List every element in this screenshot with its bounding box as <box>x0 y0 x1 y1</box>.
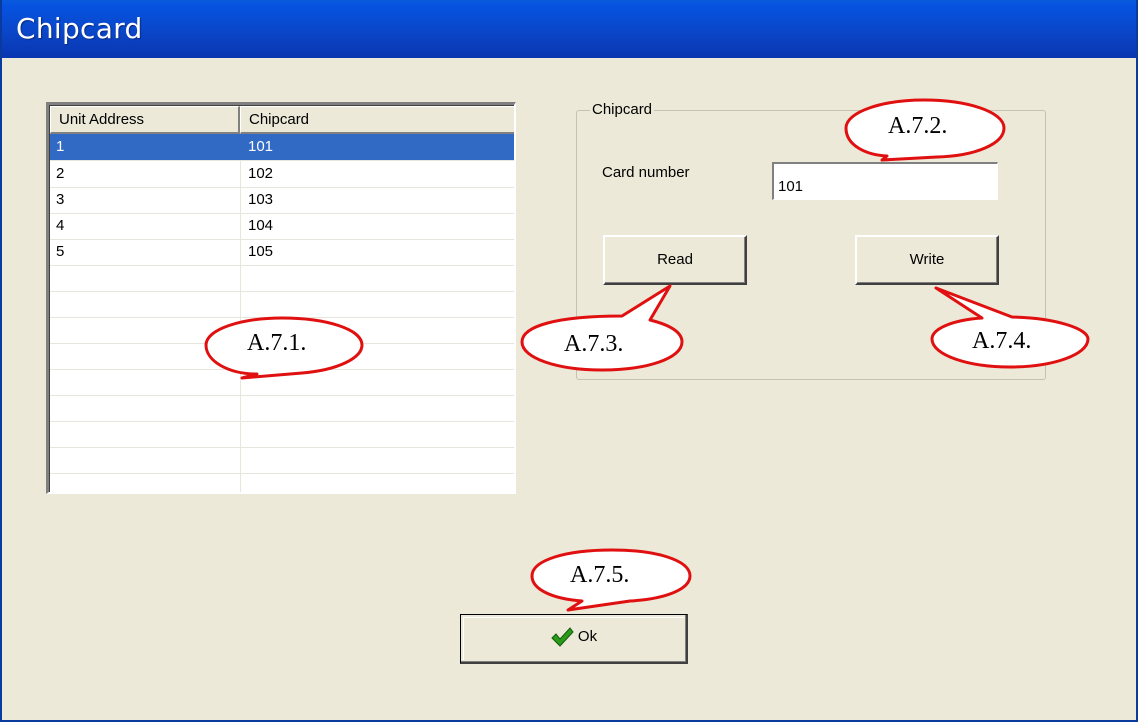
cell-chipcard: 102 <box>248 165 274 182</box>
card-number-field[interactable] <box>772 162 998 200</box>
empty-row <box>50 343 514 370</box>
table-row[interactable]: 1 101 <box>50 134 514 161</box>
read-button[interactable]: Read <box>603 235 747 285</box>
cell-chipcard: 101 <box>248 138 274 155</box>
empty-row <box>50 291 514 318</box>
write-button[interactable]: Write <box>855 235 999 285</box>
card-number-label: Card number <box>602 164 690 181</box>
groupbox-label: Chipcard <box>590 101 655 118</box>
table-row[interactable]: 4 104 <box>50 213 514 240</box>
cell-chipcard: 103 <box>248 191 274 208</box>
chipcard-dialog: Chipcard Unit Address Chipcard 1 101 2 1… <box>0 0 1138 722</box>
callout-a-7-5: A.7.5. <box>570 562 630 588</box>
ok-label: Ok <box>577 628 598 645</box>
cell-unit-address: 5 <box>56 243 65 260</box>
title-bar[interactable]: Chipcard <box>2 0 1136 58</box>
window-title: Chipcard <box>16 12 143 45</box>
empty-row <box>50 369 514 396</box>
empty-row <box>50 447 514 474</box>
table-row[interactable]: 2 102 <box>50 161 514 188</box>
empty-row <box>50 473 514 492</box>
column-header-unit-address[interactable]: Unit Address <box>50 106 240 134</box>
empty-row <box>50 317 514 344</box>
cell-unit-address: 3 <box>56 191 65 208</box>
column-header-chipcard[interactable]: Chipcard <box>240 106 514 134</box>
cell-chipcard: 104 <box>248 217 274 234</box>
table-row[interactable]: 5 105 <box>50 239 514 266</box>
cell-unit-address: 2 <box>56 165 65 182</box>
ok-button[interactable]: Ok <box>460 614 688 664</box>
cell-unit-address: 4 <box>56 217 65 234</box>
cell-unit-address: 1 <box>56 138 65 155</box>
checkmark-icon <box>551 627 574 647</box>
empty-row <box>50 421 514 448</box>
table-row[interactable]: 3 103 <box>50 187 514 214</box>
empty-row <box>50 395 514 422</box>
cell-chipcard: 105 <box>248 243 274 260</box>
empty-row <box>50 265 514 292</box>
chipcard-list[interactable]: Unit Address Chipcard 1 101 2 102 3 103 … <box>46 102 516 494</box>
